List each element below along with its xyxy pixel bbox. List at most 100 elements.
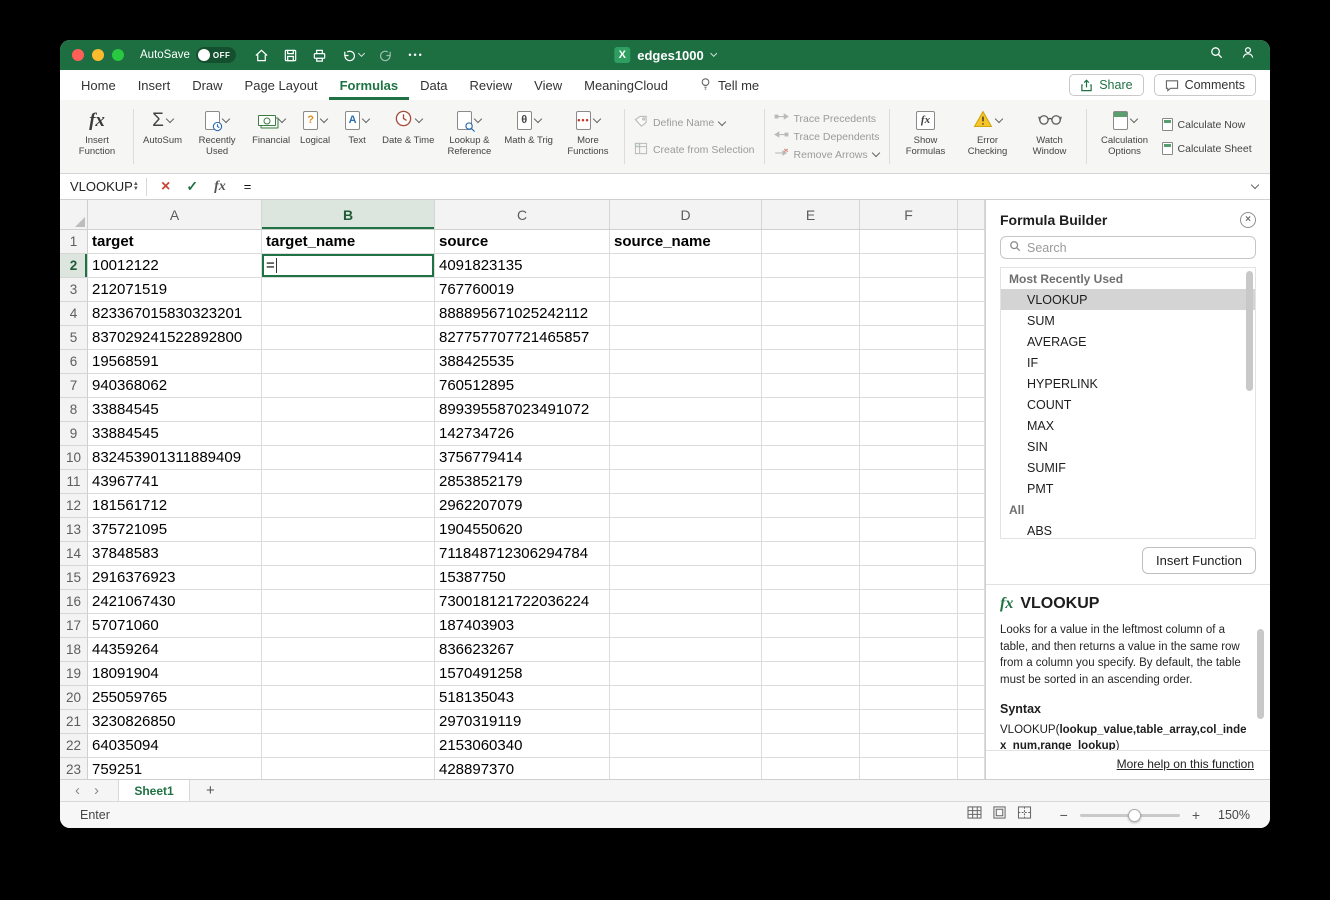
cell-A12[interactable]: 181561712 [88, 494, 262, 518]
cell-B3[interactable] [262, 278, 435, 302]
cell-C17[interactable]: 187403903 [435, 614, 610, 638]
cell-F21[interactable] [860, 710, 958, 734]
zoom-in-button[interactable]: + [1192, 807, 1200, 823]
cell-A23[interactable]: 759251 [88, 758, 262, 779]
math-trig-dropdown-icon[interactable] [533, 115, 541, 123]
function-item-vlookup[interactable]: VLOOKUP [1001, 289, 1255, 310]
watch-window-button[interactable]: Watch Window [1019, 100, 1081, 173]
cell-C20[interactable]: 518135043 [435, 686, 610, 710]
cell-F13[interactable] [860, 518, 958, 542]
cell-A5[interactable]: 837029241522892800 [88, 326, 262, 350]
cell-B6[interactable] [262, 350, 435, 374]
cell-A19[interactable]: 18091904 [88, 662, 262, 686]
row-header-15[interactable]: 15 [60, 566, 88, 590]
date-time-button[interactable]: Date & Time [378, 100, 438, 173]
cell-B12[interactable] [262, 494, 435, 518]
cell-F9[interactable] [860, 422, 958, 446]
cell-D23[interactable] [610, 758, 762, 779]
cell-E6[interactable] [762, 350, 860, 374]
cell-partial20[interactable] [958, 686, 985, 710]
close-window-button[interactable] [72, 49, 84, 61]
cell-A17[interactable]: 57071060 [88, 614, 262, 638]
row-header-22[interactable]: 22 [60, 734, 88, 758]
function-item-sum[interactable]: SUM [1001, 310, 1255, 331]
cell-B21[interactable] [262, 710, 435, 734]
more-help-link[interactable]: More help on this function [1117, 757, 1254, 771]
trace-dependents-button[interactable]: Trace Dependents [774, 130, 880, 143]
column-header-C[interactable]: C [435, 200, 610, 230]
cell-partial8[interactable] [958, 398, 985, 422]
cell-C5[interactable]: 827757707721465857 [435, 326, 610, 350]
cell-partial19[interactable] [958, 662, 985, 686]
cell-D3[interactable] [610, 278, 762, 302]
function-item-if[interactable]: IF [1001, 352, 1255, 373]
cell-F12[interactable] [860, 494, 958, 518]
cell-partial21[interactable] [958, 710, 985, 734]
cell-F1[interactable] [860, 230, 958, 254]
cell-partial23[interactable] [958, 758, 985, 779]
cell-D16[interactable] [610, 590, 762, 614]
fullscreen-window-button[interactable] [112, 49, 124, 61]
cell-F8[interactable] [860, 398, 958, 422]
calculation-options-button[interactable]: Calculation Options [1092, 100, 1158, 173]
cell-A6[interactable]: 19568591 [88, 350, 262, 374]
home-icon[interactable] [254, 48, 269, 63]
row-header-4[interactable]: 4 [60, 302, 88, 326]
function-item-hyperlink[interactable]: HYPERLINK [1001, 373, 1255, 394]
cell-partial4[interactable] [958, 302, 985, 326]
cell-D5[interactable] [610, 326, 762, 350]
share-button[interactable]: Share [1069, 74, 1143, 96]
calculate-sheet-button[interactable]: Calculate Sheet [1162, 142, 1252, 155]
cell-F7[interactable] [860, 374, 958, 398]
tab-data[interactable]: Data [409, 70, 458, 100]
cell-A14[interactable]: 37848583 [88, 542, 262, 566]
cell-D4[interactable] [610, 302, 762, 326]
cell-F15[interactable] [860, 566, 958, 590]
date-time-dropdown-icon[interactable] [415, 115, 423, 123]
cell-D15[interactable] [610, 566, 762, 590]
cell-B10[interactable] [262, 446, 435, 470]
cell-B7[interactable] [262, 374, 435, 398]
zoom-slider[interactable] [1080, 814, 1180, 817]
autosave-switch[interactable]: OFF [196, 47, 237, 63]
cell-D6[interactable] [610, 350, 762, 374]
cell-B11[interactable] [262, 470, 435, 494]
cell-E1[interactable] [762, 230, 860, 254]
error-checking-dropdown-icon[interactable] [995, 115, 1003, 123]
row-header-1[interactable]: 1 [60, 230, 88, 254]
row-header-5[interactable]: 5 [60, 326, 88, 350]
select-all-corner[interactable] [60, 200, 88, 230]
tab-view[interactable]: View [523, 70, 573, 100]
cell-A7[interactable]: 940368062 [88, 374, 262, 398]
tab-draw[interactable]: Draw [181, 70, 233, 100]
cell-partial14[interactable] [958, 542, 985, 566]
cell-F16[interactable] [860, 590, 958, 614]
cell-A4[interactable]: 823367015830323201 [88, 302, 262, 326]
row-header-19[interactable]: 19 [60, 662, 88, 686]
cell-B17[interactable] [262, 614, 435, 638]
print-icon[interactable] [312, 48, 327, 63]
column-header-partial[interactable] [958, 200, 985, 230]
insert-function-panel-button[interactable]: Insert Function [1142, 547, 1256, 574]
cell-E14[interactable] [762, 542, 860, 566]
cell-C21[interactable]: 2970319119 [435, 710, 610, 734]
cell-B15[interactable] [262, 566, 435, 590]
enter-icon[interactable]: ✓ [178, 178, 206, 195]
cell-A8[interactable]: 33884545 [88, 398, 262, 422]
cell-F17[interactable] [860, 614, 958, 638]
cell-partial22[interactable] [958, 734, 985, 758]
row-header-18[interactable]: 18 [60, 638, 88, 662]
row-header-21[interactable]: 21 [60, 710, 88, 734]
cell-A16[interactable]: 2421067430 [88, 590, 262, 614]
remove-arrows-button[interactable]: Remove Arrows [774, 148, 880, 161]
cell-D11[interactable] [610, 470, 762, 494]
cell-D20[interactable] [610, 686, 762, 710]
cell-partial18[interactable] [958, 638, 985, 662]
cell-D13[interactable] [610, 518, 762, 542]
function-item-average[interactable]: AVERAGE [1001, 331, 1255, 352]
remove-arrows-dropdown-icon[interactable] [871, 149, 879, 157]
cell-C13[interactable]: 1904550620 [435, 518, 610, 542]
row-header-20[interactable]: 20 [60, 686, 88, 710]
cell-F5[interactable] [860, 326, 958, 350]
cell-B18[interactable] [262, 638, 435, 662]
